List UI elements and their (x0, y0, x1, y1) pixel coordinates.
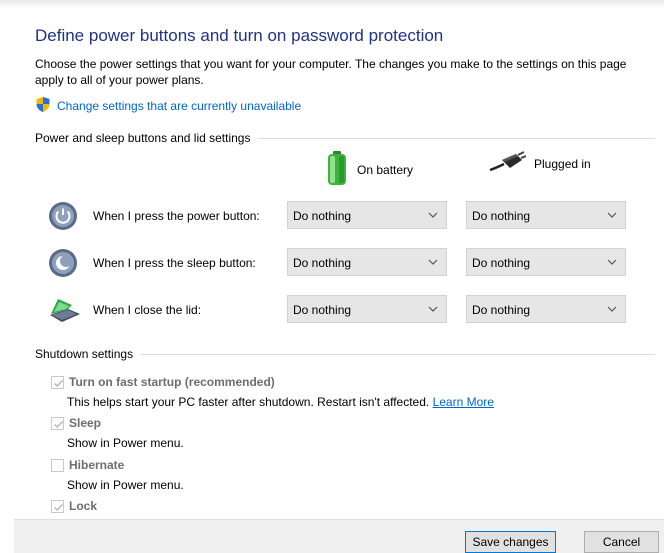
sleep-checkbox[interactable] (51, 416, 64, 430)
sleep-button-plugged-select[interactable]: Do nothing (466, 248, 626, 276)
select-value: Do nothing (472, 209, 531, 223)
fast-startup-option: Turn on fast startup (recommended) (51, 375, 275, 389)
cancel-button[interactable]: Cancel (584, 531, 659, 553)
save-changes-button[interactable]: Save changes (465, 531, 556, 553)
lid-close-battery-select[interactable]: Do nothing (287, 295, 447, 323)
learn-more-link[interactable]: Learn More (433, 395, 494, 409)
on-battery-header: On battery (325, 150, 413, 189)
chevron-down-icon (607, 212, 617, 218)
sleep-button-row: When I press the sleep button: Do nothin… (48, 246, 648, 282)
top-shadow (0, 0, 664, 8)
lid-close-row: When I close the lid: Do nothing Do noth… (48, 293, 648, 329)
chevron-down-icon (607, 259, 617, 265)
fast-startup-description: This helps start your PC faster after sh… (67, 395, 494, 409)
page-title: Define power buttons and turn on passwor… (35, 26, 444, 45)
battery-icon (325, 150, 349, 189)
hibernate-option: Hibernate (51, 458, 124, 472)
lock-checkbox[interactable] (51, 499, 64, 513)
sleep-description: Show in Power menu. (67, 436, 184, 450)
laptop-lid-icon (48, 295, 80, 325)
fast-startup-checkbox[interactable] (51, 375, 64, 389)
intro-text: Choose the power settings that you want … (35, 57, 627, 87)
fast-startup-label: Turn on fast startup (recommended) (69, 375, 275, 389)
lid-close-plugged-select[interactable]: Do nothing (466, 295, 626, 323)
select-value: Do nothing (293, 256, 352, 270)
power-button-battery-select[interactable]: Do nothing (287, 201, 447, 229)
sleep-button-label: When I press the sleep button: (93, 256, 256, 270)
power-plug-icon (488, 150, 527, 177)
sleep-label: Sleep (69, 416, 102, 430)
chevron-down-icon (428, 212, 438, 218)
select-value: Do nothing (472, 303, 531, 317)
lid-close-label: When I close the lid: (93, 303, 202, 317)
power-button-icon (48, 201, 78, 231)
fast-startup-description-text: This helps start your PC faster after sh… (67, 395, 430, 409)
section-divider (258, 137, 655, 139)
shutdown-section-title: Shutdown settings (35, 347, 134, 361)
power-button-row: When I press the power button: Do nothin… (48, 199, 648, 235)
hibernate-checkbox[interactable] (51, 458, 64, 472)
power-section-title: Power and sleep buttons and lid settings (35, 131, 251, 145)
chevron-down-icon (428, 259, 438, 265)
sleep-button-icon (48, 248, 78, 278)
plugged-in-header: Plugged in (488, 150, 591, 177)
chevron-down-icon (428, 306, 438, 312)
plugged-in-label: Plugged in (534, 156, 591, 171)
hibernate-description: Show in Power menu. (67, 478, 184, 492)
select-value: Do nothing (472, 256, 531, 270)
sleep-button-battery-select[interactable]: Do nothing (287, 248, 447, 276)
power-section-header: Power and sleep buttons and lid settings (35, 131, 655, 145)
select-value: Do nothing (293, 303, 352, 317)
select-value: Do nothing (293, 209, 352, 223)
change-settings-label: Change settings that are currently unava… (57, 99, 302, 113)
lock-label: Lock (69, 499, 98, 513)
chevron-down-icon (607, 306, 617, 312)
uac-shield-icon (35, 96, 51, 116)
footer-bar: Save changes Cancel (14, 519, 664, 553)
section-divider (141, 353, 655, 355)
change-settings-link[interactable]: Change settings that are currently unava… (35, 96, 301, 116)
power-button-label: When I press the power button: (93, 209, 260, 223)
lock-option: Lock (51, 499, 97, 513)
hibernate-label: Hibernate (69, 458, 125, 472)
on-battery-label: On battery (357, 162, 414, 177)
shutdown-section-header: Shutdown settings (35, 347, 655, 361)
sleep-option: Sleep (51, 416, 101, 430)
power-options-page: Define power buttons and turn on passwor… (0, 0, 664, 553)
power-button-plugged-select[interactable]: Do nothing (466, 201, 626, 229)
